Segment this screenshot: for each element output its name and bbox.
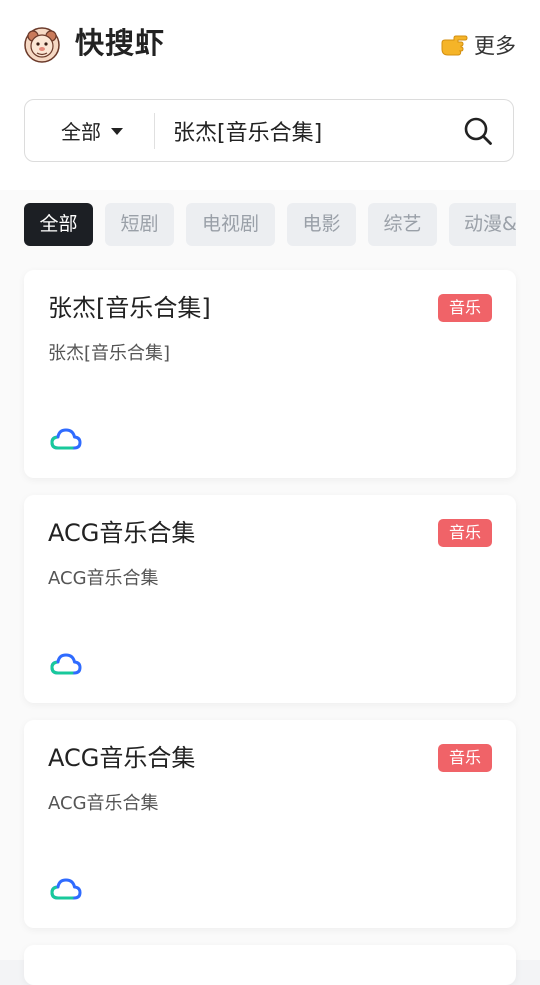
search-icon[interactable] (463, 116, 493, 146)
result-title: 张杰[音乐合集] (48, 294, 211, 322)
result-subtitle: ACG音乐合集 (48, 793, 159, 814)
tab-short-drama[interactable]: 短剧 (105, 203, 174, 246)
result-subtitle: ACG音乐合集 (48, 568, 159, 589)
result-card[interactable]: 张杰[音乐合集] 音乐 张杰[音乐合集] (24, 270, 516, 478)
result-title: ACG音乐合集 (48, 744, 196, 772)
scope-label: 全部 (61, 120, 101, 144)
category-tabs: 全部 短剧 电视剧 电影 综艺 动漫& (24, 203, 516, 247)
cloud-drive-icon[interactable] (50, 876, 82, 902)
pointing-hand-icon (441, 35, 468, 56)
tab-movie[interactable]: 电影 (287, 203, 356, 246)
more-button[interactable]: 更多 (440, 29, 516, 61)
logo-icon (24, 27, 60, 63)
tab-tv-series[interactable]: 电视剧 (186, 203, 275, 246)
category-badge: 音乐 (437, 294, 492, 322)
result-card[interactable]: ACG音乐合集 音乐 ACG音乐合集 (24, 495, 516, 703)
more-label: 更多 (474, 34, 516, 58)
result-title: ACG音乐合集 (48, 519, 196, 547)
search-input[interactable] (173, 100, 453, 161)
result-card[interactable]: ACG音乐合集 音乐 ACG音乐合集 (24, 720, 516, 928)
tab-variety[interactable]: 综艺 (368, 203, 437, 246)
search-bar: 全部 (24, 99, 514, 162)
result-card[interactable] (24, 945, 516, 985)
category-badge: 音乐 (437, 519, 492, 547)
tab-all[interactable]: 全部 (24, 203, 93, 246)
caret-down-icon (111, 128, 123, 135)
category-badge: 音乐 (437, 744, 492, 772)
header: 快搜虾 更多 (0, 0, 540, 90)
page: 快搜虾 更多 全部 全部 短剧 电视剧 电影 综艺 动漫& (0, 0, 540, 985)
scope-select[interactable]: 全部 (61, 100, 123, 161)
result-subtitle: 张杰[音乐合集] (48, 343, 171, 364)
tab-anime[interactable]: 动漫& (449, 203, 516, 246)
cloud-drive-icon[interactable] (50, 651, 82, 677)
app-title: 快搜虾 (75, 26, 166, 60)
cloud-drive-icon[interactable] (50, 426, 82, 452)
divider (154, 113, 155, 149)
search-area: 全部 (0, 90, 540, 190)
